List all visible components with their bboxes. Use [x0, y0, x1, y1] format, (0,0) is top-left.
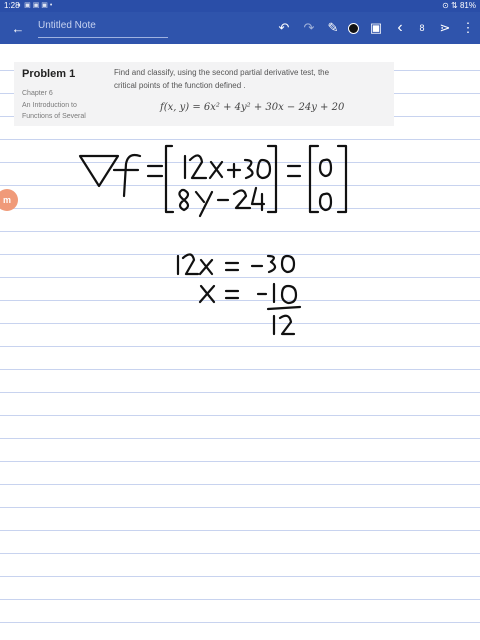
ink-bracket-right-2	[336, 144, 348, 214]
ink-nabla	[78, 154, 120, 188]
ink-minus-10	[256, 282, 298, 305]
ink-fraction-bar	[266, 305, 302, 311]
ink-equals-4	[224, 289, 240, 300]
ink-zero-top	[318, 158, 333, 178]
ink-bracket-right	[266, 144, 278, 214]
ink-12x	[176, 253, 214, 276]
ink-bracket-left	[164, 144, 175, 214]
ink-equals-1	[146, 164, 164, 178]
ink-bracket-left-2	[308, 144, 320, 214]
ink-f	[112, 153, 142, 198]
ink-equals-2	[286, 164, 302, 178]
ink-minus-30	[250, 254, 296, 274]
ink-zero-bottom	[318, 192, 333, 212]
ink-12-denominator	[272, 314, 296, 336]
ink-x	[198, 284, 216, 304]
ink-12x-plus-30	[183, 154, 272, 180]
ink-8y-minus-24	[178, 186, 266, 218]
ink-equals-3	[224, 261, 240, 272]
handwriting-ink	[78, 144, 348, 336]
